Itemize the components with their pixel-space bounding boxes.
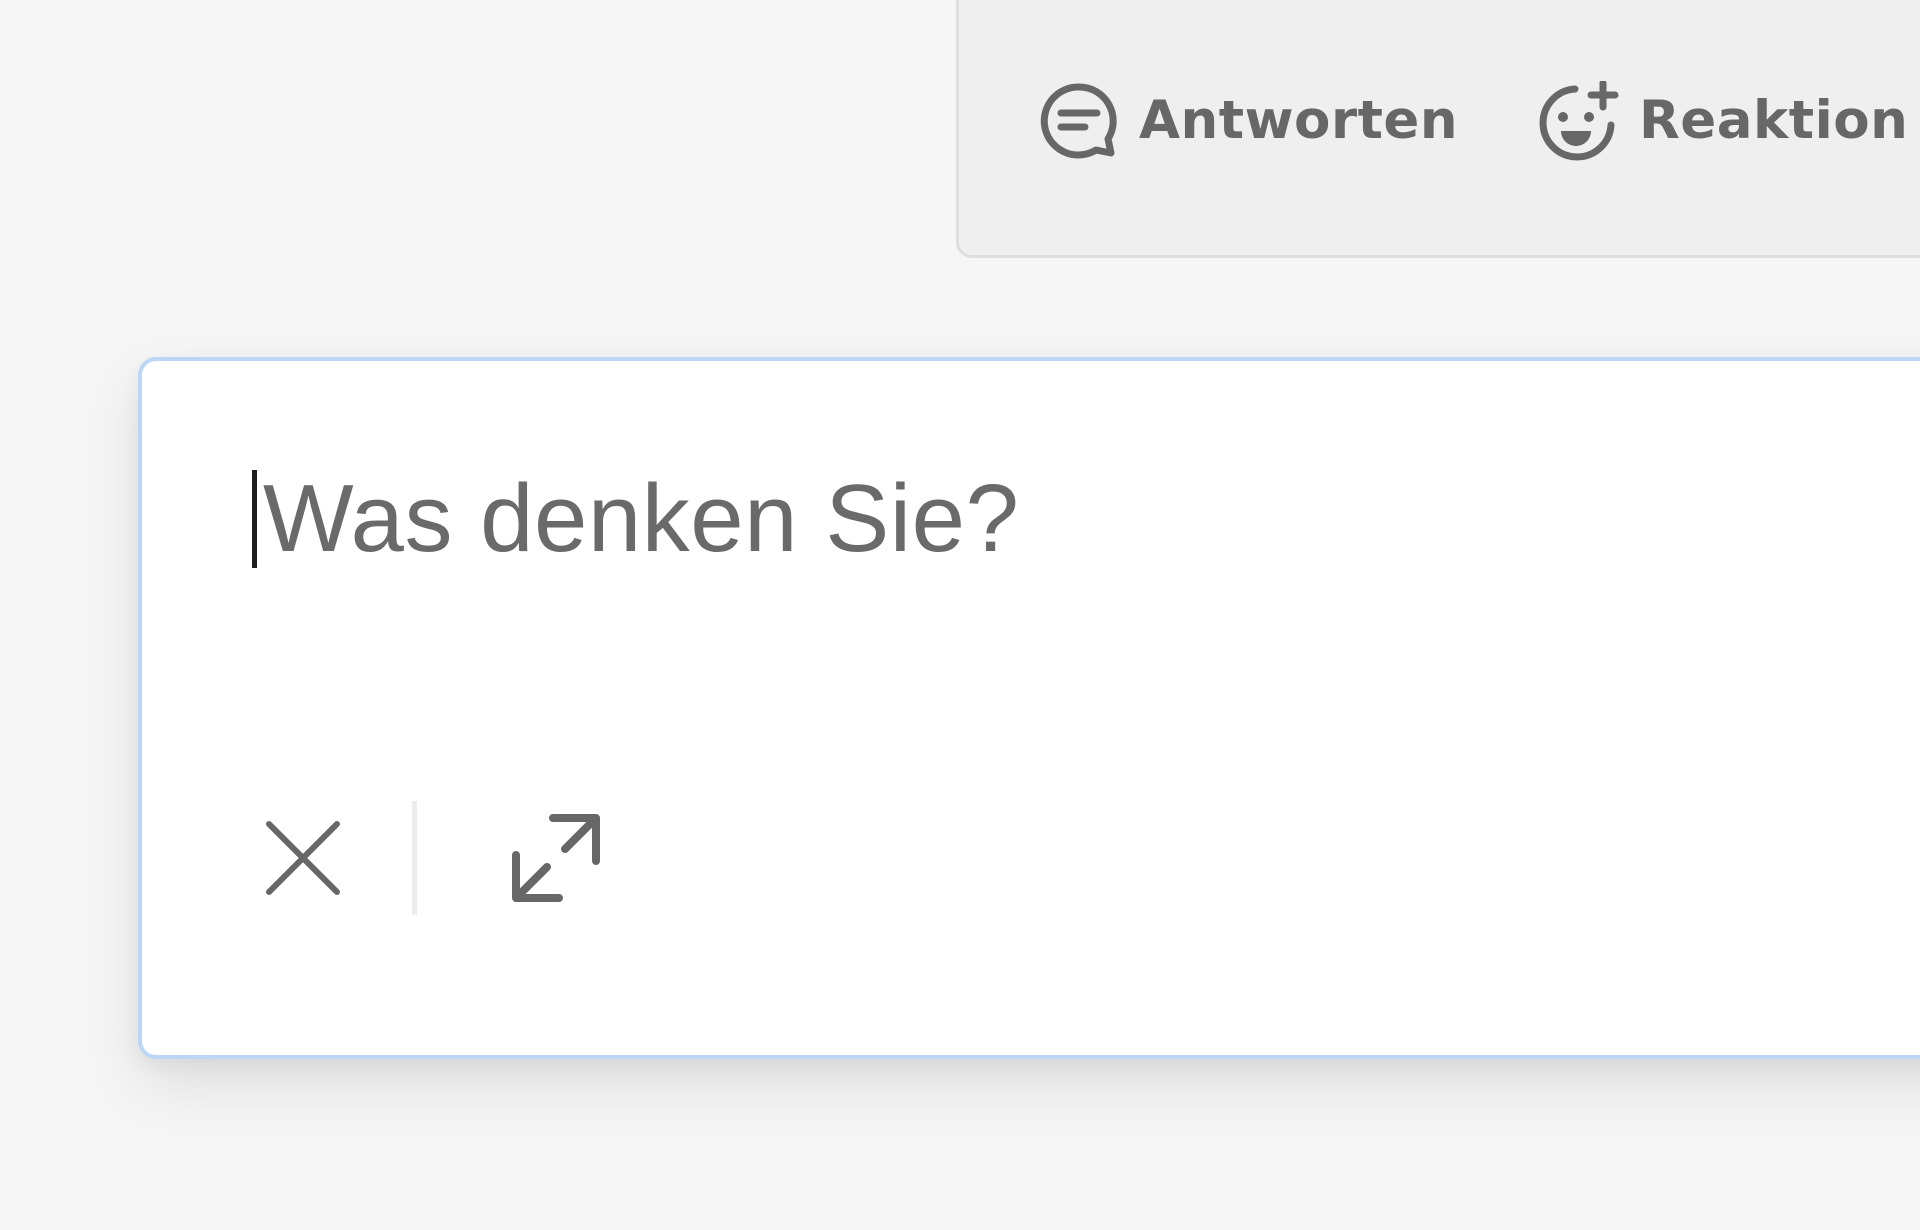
reply-composer: Was denken Sie? xyxy=(138,357,1920,1059)
add-reaction-icon xyxy=(1539,79,1619,161)
close-button[interactable] xyxy=(258,813,348,903)
text-caret xyxy=(252,470,257,568)
composer-placeholder: Was denken Sie? xyxy=(263,465,1020,572)
reply-button[interactable]: Antworten xyxy=(1039,81,1539,161)
screen: Antworten Reaktion Was denken Sie? xyxy=(0,0,1920,1230)
message-card: Antworten Reaktion xyxy=(956,0,1920,258)
reaction-button[interactable]: Reaktion xyxy=(1539,79,1909,161)
composer-toolbar xyxy=(258,801,601,915)
expand-button[interactable] xyxy=(511,813,601,903)
reply-label: Antworten xyxy=(1139,90,1459,151)
message-action-bar: Antworten Reaktion xyxy=(1039,79,1909,161)
reaction-label: Reaktion xyxy=(1639,90,1909,151)
close-icon xyxy=(263,818,343,898)
toolbar-divider xyxy=(412,801,417,915)
chat-bubble-icon xyxy=(1039,81,1119,161)
composer-text-input[interactable]: Was denken Sie? xyxy=(252,469,1019,569)
expand-icon xyxy=(511,813,601,903)
